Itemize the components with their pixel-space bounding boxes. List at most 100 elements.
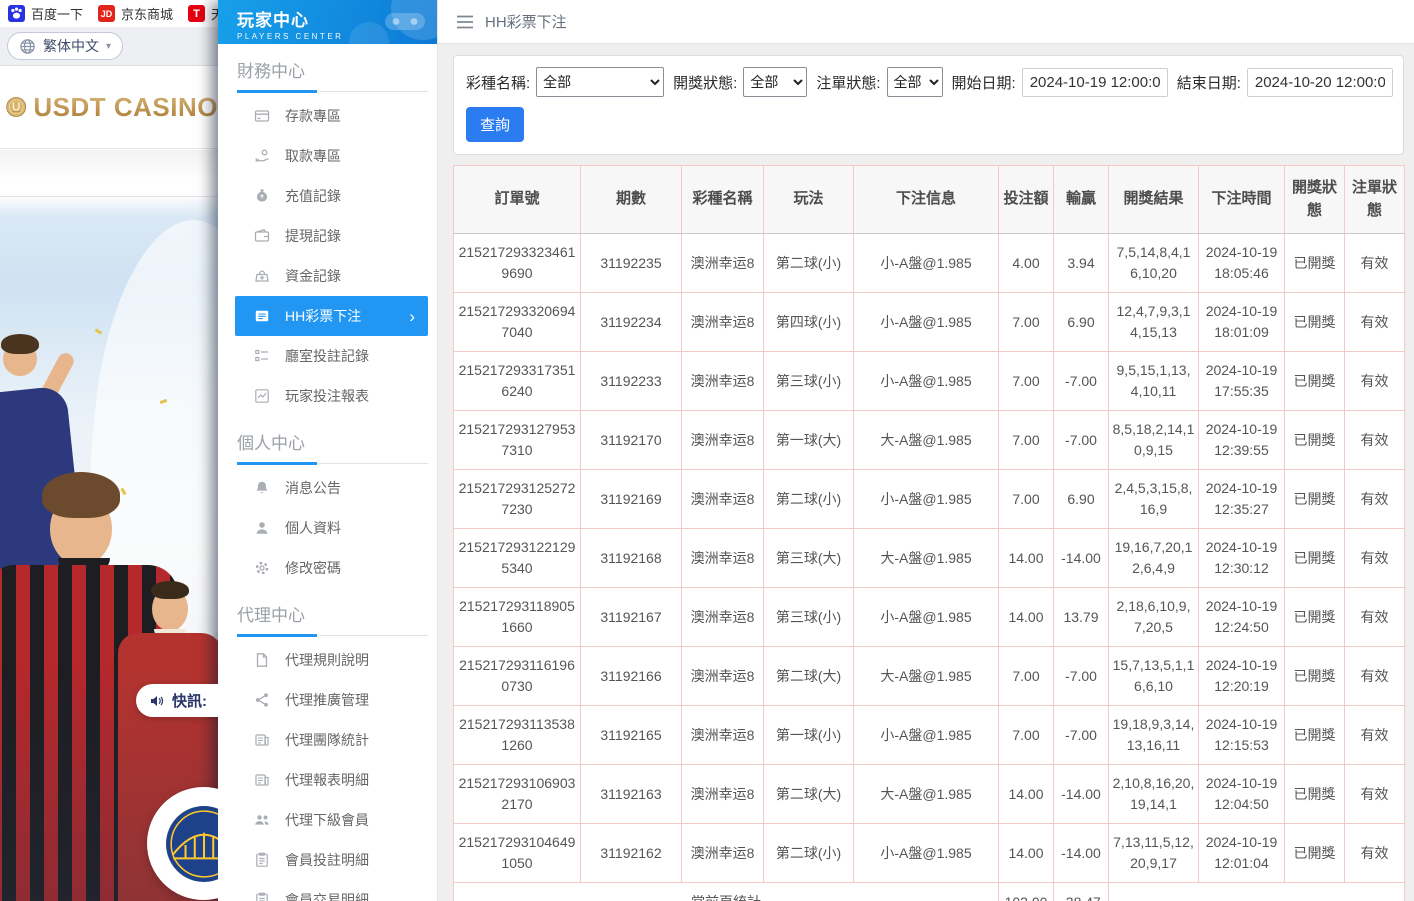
sidebar-item[interactable]: 會員投註明細 [218,840,437,880]
draw-status-select[interactable]: 全部 [743,67,807,97]
table-row: 2152172931135381260 31192165 澳洲幸运8 第一球(小… [454,706,1405,765]
sidebar-item[interactable]: 取款專區 [218,136,437,176]
sidebar-item-label: 提現記錄 [285,226,341,246]
cell-draw-result: 9,5,15,1,13,4,10,11 [1109,352,1199,411]
order-status-select[interactable]: 全部 [887,67,943,97]
language-selector[interactable]: 繁体中文 ▾ [7,32,123,60]
cell-draw-status: 已開獎 [1285,352,1345,411]
bookmark-item[interactable]: 百度一下 [8,4,83,23]
sidebar-section-title: 個人中心 [218,429,437,454]
sidebar-item[interactable]: 代理下級會員 [218,800,437,840]
table-header-cell: 玩法 [764,166,854,234]
globe-icon [19,38,36,55]
sidebar-item-label: 會員投註明細 [285,850,369,870]
cell-order-id: 2152172931279537310 [454,411,581,470]
cell-draw-result: 7,5,14,8,4,16,10,20 [1109,234,1199,293]
end-date-input[interactable] [1247,68,1393,97]
main-topbar: HH彩票下注 [438,0,1414,44]
sidebar-section: 個人中心 消息公告 個人資料 修改密碼 [218,429,437,588]
sidebar-item[interactable]: 廳室投註記錄 [218,336,437,376]
clipboard-icon [254,892,270,901]
share-icon [254,692,270,708]
cell-period: 31192167 [581,588,682,647]
cell-bet-time: 2024-10-19 12:01:04 [1199,824,1285,883]
cell-bet-time: 2024-10-19 12:04:50 [1199,765,1285,824]
sidebar-section: 代理中心 代理規則說明 代理推廣管理 代理團隊統計 [218,601,437,901]
table-row: 2152172931252727230 31192169 澳洲幸运8 第二球(小… [454,470,1405,529]
lottery-name-select[interactable]: 全部 [536,67,664,97]
sidebar-item[interactable]: HH彩票下注 › [235,296,428,336]
cell-play-type: 第四球(小) [764,293,854,352]
cell-win-loss: -7.00 [1054,352,1109,411]
cell-draw-status: 已開獎 [1285,234,1345,293]
cell-bet-amount: 7.00 [999,293,1054,352]
start-date-input[interactable] [1022,68,1168,97]
cell-draw-status: 已開獎 [1285,647,1345,706]
cell-draw-result: 15,7,13,5,1,16,6,10 [1109,647,1199,706]
cell-bet-info: 小-A盤@1.985 [854,824,999,883]
sidebar-item-label: 充值記錄 [285,186,341,206]
order-status-label: 注單狀態: [816,72,880,93]
search-button[interactable]: 查詢 [466,107,524,142]
summary-win-loss: -38.47 [1054,883,1109,901]
cell-bet-time: 2024-10-19 12:39:55 [1199,411,1285,470]
cell-lottery-name: 澳洲幸运8 [682,234,764,293]
cell-play-type: 第三球(大) [764,529,854,588]
sidebar-item[interactable]: 個人資料 [218,508,437,548]
chevron-down-icon: ▾ [106,41,111,52]
sidebar-item[interactable]: 代理團隊統計 [218,720,437,760]
cell-bet-info: 小-A盤@1.985 [854,352,999,411]
cell-period: 31192235 [581,234,682,293]
bookmark-item[interactable]: JD 京东商城 [98,4,173,23]
sidebar-item-label: 存款專區 [285,106,341,126]
sidebar-item[interactable]: 代理規則說明 [218,640,437,680]
table-row: 2152172933173516240 31192233 澳洲幸运8 第三球(小… [454,352,1405,411]
table-header-cell: 下注時間 [1199,166,1285,234]
sidebar-item[interactable]: 玩家投注報表 [218,376,437,416]
sidebar-section-title: 代理中心 [218,601,437,626]
player-center-window: 玩家中心 PLAYERS CENTER 財務中心 存款專區 取款專區 [218,0,1414,901]
cell-play-type: 第二球(大) [764,765,854,824]
cell-win-loss: -7.00 [1054,647,1109,706]
cell-draw-status: 已開獎 [1285,706,1345,765]
cell-bet-amount: 14.00 [999,529,1054,588]
cell-order-status: 有效 [1345,824,1405,883]
sidebar-item[interactable]: 會員交易明細 [218,880,437,901]
main-content: HH彩票下注 彩種名稱: 全部 開獎狀態: 全部 注單狀態: [437,0,1414,901]
sidebar-item[interactable]: 存款專區 [218,96,437,136]
cell-bet-info: 小-A盤@1.985 [854,588,999,647]
sidebar-item[interactable]: 消息公告 [218,468,437,508]
table-row: 2152172931069032170 31192163 澳洲幸运8 第二球(大… [454,765,1405,824]
bookmark-item[interactable]: T 天猫 [188,4,218,23]
cell-bet-time: 2024-10-19 12:24:50 [1199,588,1285,647]
sidebar-item[interactable]: 代理推廣管理 [218,680,437,720]
sidebar-item[interactable]: 資金記錄 [218,256,437,296]
start-date-label: 開始日期: [952,72,1016,93]
table-row: 2152172931189051660 31192167 澳洲幸运8 第三球(小… [454,588,1405,647]
sidebar: 玩家中心 PLAYERS CENTER 財務中心 存款專區 取款專區 [218,0,437,901]
sidebar-item-label: HH彩票下注 [285,306,361,326]
cell-order-status: 有效 [1345,647,1405,706]
cell-win-loss: 6.90 [1054,293,1109,352]
sidebar-item[interactable]: 代理報表明細 [218,760,437,800]
table-header-cell: 彩種名稱 [682,166,764,234]
sidebar-item[interactable]: 充值記錄 [218,176,437,216]
cell-bet-time: 2024-10-19 12:35:27 [1199,470,1285,529]
cell-draw-result: 2,18,6,10,9,7,20,5 [1109,588,1199,647]
purse-icon [254,268,270,284]
sidebar-item-label: 個人資料 [285,518,341,538]
summary-label: 當前頁統計 [454,883,999,901]
sidebar-item[interactable]: 修改密碼 [218,548,437,588]
cell-order-id: 2152172933206947040 [454,293,581,352]
cell-order-status: 有效 [1345,529,1405,588]
jd-icon: JD [98,5,115,22]
cell-lottery-name: 澳洲幸运8 [682,706,764,765]
sidebar-section-title: 財務中心 [218,57,437,82]
sidebar-item-label: 資金記錄 [285,266,341,286]
section-underline [237,89,428,92]
sidebar-item-label: 廳室投註記錄 [285,346,369,366]
cell-bet-info: 大-A盤@1.985 [854,529,999,588]
hamburger-icon[interactable] [456,15,474,29]
cell-period: 31192163 [581,765,682,824]
sidebar-item[interactable]: 提現記錄 [218,216,437,256]
